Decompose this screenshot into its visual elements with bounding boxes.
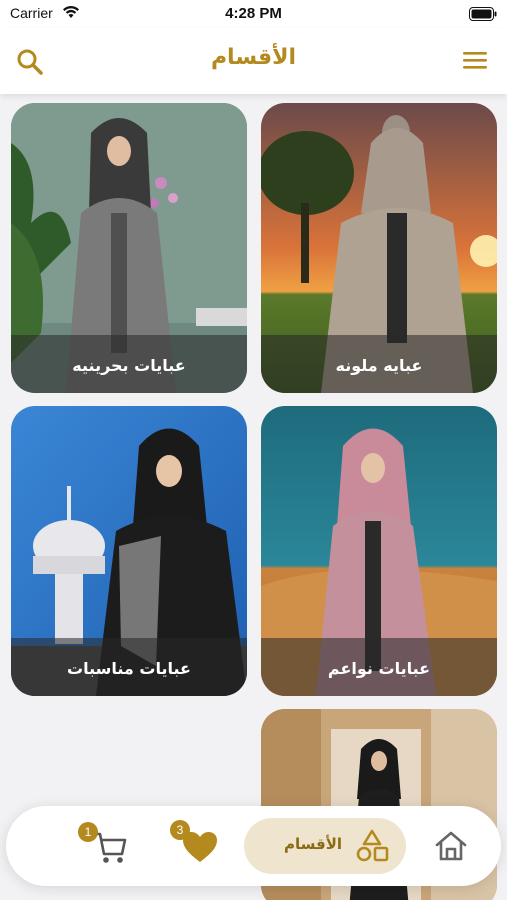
category-label: عبايات مناسبات [67,659,191,678]
favorites-count-badge: 3 [170,820,190,840]
navigation-bar: الأقسام [0,28,507,94]
tab-cart[interactable]: 1 [74,818,134,874]
category-card-occasion-abayas[interactable]: عبايات مناسبات [11,406,247,696]
category-label: عبايات نواعم [327,659,431,678]
tab-categories-label: الأقسام [284,835,343,853]
status-bar: Carrier 4:28 PM [0,0,507,28]
category-label: عبايه ملونه [335,356,423,375]
tab-favorites[interactable]: 3 [166,818,226,874]
category-card-colored-abaya[interactable]: عبايه ملونه [261,103,497,393]
shapes-icon [356,829,389,862]
home-icon [435,831,467,861]
battery-icon [469,7,497,21]
tab-categories[interactable]: الأقسام [244,818,406,874]
bottom-tab-bar: 1 3 الأقسام [6,806,501,886]
tab-home[interactable] [423,818,479,874]
clock: 4:28 PM [225,5,282,22]
category-card-soft-abayas[interactable]: عبايات نواعم [261,406,497,696]
page-title: الأقسام [210,45,297,70]
category-label: عبايات بحرينيه [72,356,186,375]
hamburger-menu-icon [463,52,487,69]
category-card-bahraini-abayas[interactable]: عبايات بحرينيه [11,103,247,393]
cart-count-badge: 1 [78,822,98,842]
menu-button[interactable] [461,48,489,72]
